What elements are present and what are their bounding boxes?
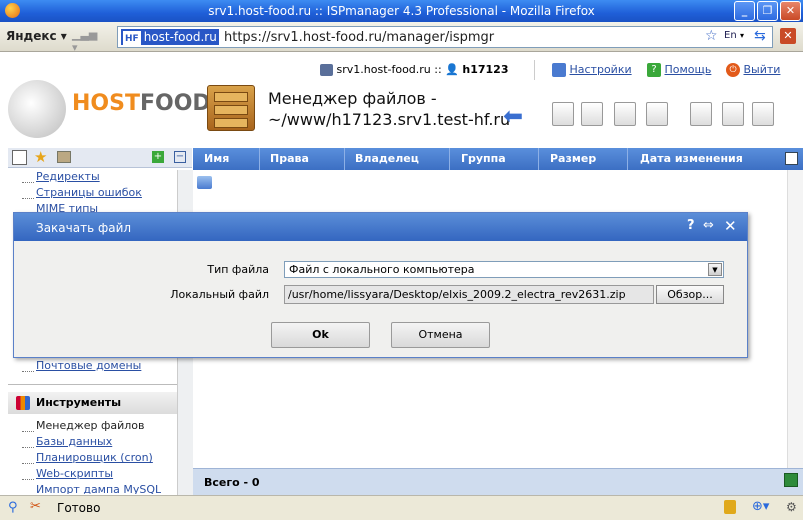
excel-export-icon[interactable] [784,473,798,487]
lock-icon [724,500,736,514]
file-type-label: Тип файла [207,263,269,276]
help-link[interactable]: ? Помощь [647,63,711,77]
browse-button[interactable]: Обзор... [656,285,724,304]
dialog-header: Закачать файл ? ⇔ ✕ [14,213,747,241]
chevron-down-icon[interactable]: ▾ [740,31,744,40]
logout-label[interactable]: Выйти [744,63,781,76]
collapse-all-icon[interactable]: − [174,151,186,163]
site-identity-badge[interactable]: HF host-food.ru [121,29,219,47]
logo-food: FOOD [139,91,211,116]
status-text: Готово [57,501,101,515]
help-label[interactable]: Помощь [665,63,712,76]
header-divider [534,60,535,80]
logout-link[interactable]: ⏻ Выйти [726,63,780,77]
close-icon[interactable]: ✕ [724,217,737,235]
logo-plate-icon [8,80,66,138]
window-titlebar: srv1.host-food.ru :: ISPmanager 4.3 Prof… [0,0,803,22]
window-title: srv1.host-food.ru :: ISPmanager 4.3 Prof… [208,4,595,18]
yandex-button[interactable]: Яндекс ▾ [6,29,67,43]
yandex-label: Яндекс [6,29,57,43]
column-name[interactable]: Имя [204,152,229,165]
page-title: Менеджер файлов - ~/www/h17123.srv1.test… [268,89,511,129]
addon-icon[interactable]: ⚙ [786,500,797,514]
site-logo-icon: HF [123,31,141,47]
user-icon: 👤 [445,63,459,76]
file-settings-icon[interactable] [614,102,636,126]
sidebar-item-mysql-import[interactable]: Импорт дампа MySQL [36,483,161,494]
tools-title: Инструменты [36,396,122,409]
url-bar[interactable]: HF host-food.ru https://srv1.host-food.ru… [117,26,773,48]
server-name: srv1.host-food.ru :: [336,63,442,76]
resize-icon[interactable]: ⇔ [703,218,714,233]
url-text[interactable]: https://srv1.host-food.ru/manager/ispmgr [224,30,494,45]
refresh-icon[interactable]: ⇆ [754,28,766,44]
browser-status-bar: ⚲ ✂ Готово ⊕▾ ⚙ [0,495,803,520]
column-owner[interactable]: Владелец [355,152,419,165]
settings-label[interactable]: Настройки [570,63,632,76]
expand-all-icon[interactable]: + [152,151,164,163]
table-scrollbar[interactable] [787,170,803,468]
ok-button[interactable]: Ok [271,322,370,348]
yandex-bar-icon[interactable]: ✂ [30,499,41,514]
list-icon[interactable] [12,150,27,165]
file-table-header: Имя Права Владелец Группа Размер Дата из… [193,148,803,170]
file-cabinet-icon [207,85,255,131]
monitor-icon [552,63,566,77]
total-count: Всего - 0 [204,476,260,489]
sidebar-item-web-scripts[interactable]: Web-скрипты [36,467,113,480]
minimize-button[interactable]: _ [734,1,755,21]
upload-icon[interactable] [690,102,712,126]
user-name: h17123 [462,63,509,76]
language-indicator[interactable]: En [724,30,737,41]
column-group[interactable]: Группа [461,152,506,165]
column-permissions[interactable]: Права [270,152,309,165]
sidebar-item-mail-domains[interactable]: Почтовые домены [36,359,141,372]
sidebar-divider [8,384,177,385]
back-arrow-icon[interactable]: ⬅ [503,104,523,128]
sidebar-item-redirects[interactable]: Редиректы [36,170,100,183]
new-file-icon[interactable] [552,102,574,126]
local-file-input[interactable]: /usr/home/lissyara/Desktop/elxis_2009.2_… [284,285,654,304]
file-type-value: Файл с локального компьютера [289,263,475,276]
sidebar-item-error-pages[interactable]: Страницы ошибок [36,186,142,199]
server-info: srv1.host-food.ru :: 👤 h17123 [320,63,509,76]
power-icon: ⏻ [726,63,740,77]
column-date-modified[interactable]: Дата изменения [640,152,743,165]
column-size[interactable]: Размер [550,152,596,165]
file-type-select[interactable]: Файл с локального компьютера ▼ [284,261,724,278]
file-table-footer: Всего - 0 [193,468,803,495]
close-window-button[interactable]: ✕ [780,1,801,21]
zoom-icon[interactable]: ⊕▾ [752,499,769,514]
logo-host: HOST [72,91,140,116]
sidebar-item-file-manager[interactable]: Менеджер файлов [36,419,145,432]
table-settings-icon[interactable] [785,152,798,165]
signal-icon[interactable]: ▁▃▅ ▾ [72,28,106,54]
server-icon [320,64,333,76]
browser-navbar: Яндекс ▾ ▁▃▅ ▾ HF host-food.ru https://sr… [0,22,803,54]
local-file-label: Локальный файл [170,288,269,301]
copy-icon[interactable] [722,102,744,126]
sidebar-item-databases[interactable]: Базы данных [36,435,112,448]
cancel-button[interactable]: Отмена [391,322,490,348]
upload-dialog: Закачать файл ? ⇔ ✕ Тип файла Файл с лок… [13,212,748,358]
briefcase-icon[interactable] [57,151,71,163]
sidebar-item-cron[interactable]: Планировщик (cron) [36,451,153,464]
search-icon[interactable]: ⚲ [8,500,18,515]
star-icon[interactable]: ★ [34,148,47,166]
help-icon: ? [647,63,661,77]
chevron-down-icon[interactable]: ▼ [708,263,722,276]
sidebar-section-tools[interactable]: Инструменты [8,392,192,414]
parent-folder-icon[interactable] [197,176,212,189]
settings-link[interactable]: Настройки [552,63,632,77]
restore-button[interactable]: ❐ [757,1,778,21]
help-icon[interactable]: ? [687,218,695,233]
bookmark-star-icon[interactable]: ☆ [705,28,718,44]
tools-icon [16,396,30,410]
close-tab-icon[interactable]: ✕ [780,28,796,44]
sidebar-header: ★ + − [8,148,192,168]
edit-file-icon[interactable] [581,102,603,126]
dialog-title: Закачать файл [36,221,132,235]
delete-file-icon[interactable] [646,102,668,126]
archive-icon[interactable] [752,102,774,126]
